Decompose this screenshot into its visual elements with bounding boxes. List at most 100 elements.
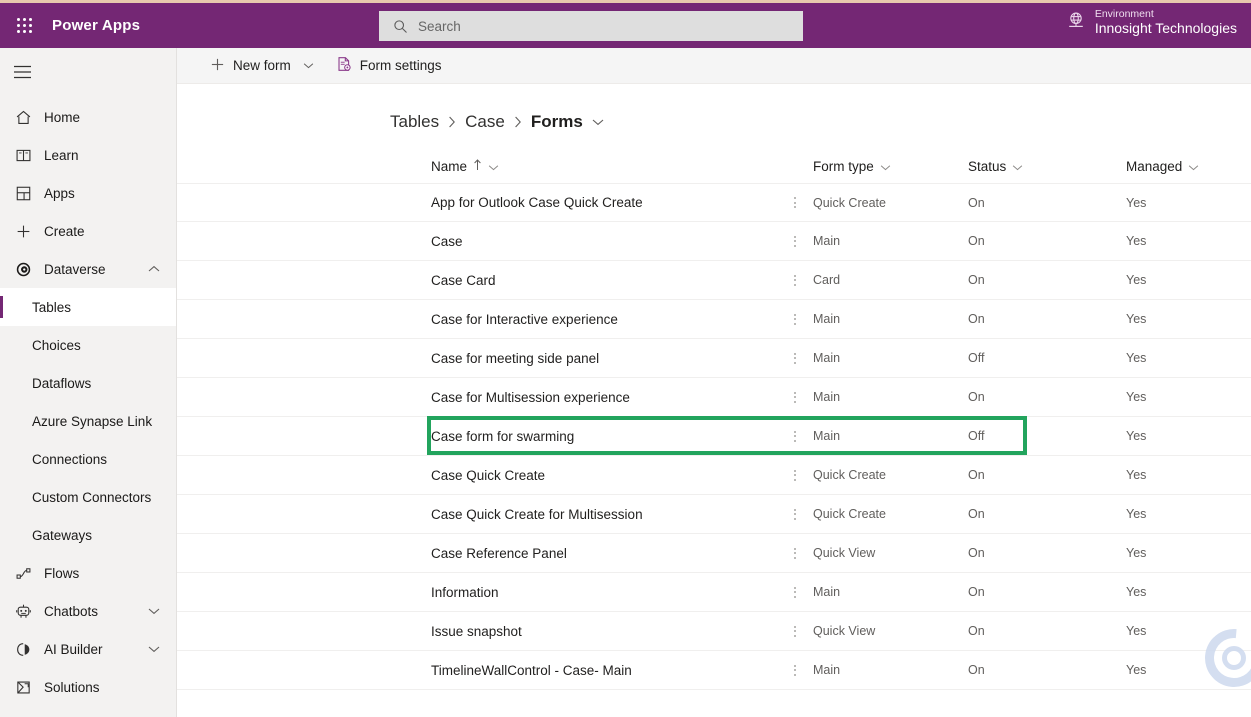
sidebar-item-learn[interactable]: Learn: [0, 136, 176, 174]
more-options-kebab-icon[interactable]: [777, 547, 813, 559]
chevron-down-icon[interactable]: [1188, 159, 1199, 174]
more-options-kebab-icon[interactable]: [777, 274, 813, 286]
column-header-label: Status: [968, 159, 1007, 174]
row-cell-name[interactable]: Case for Multisession experience: [177, 390, 777, 405]
sidebar-item-custom-connectors[interactable]: Custom Connectors: [0, 478, 176, 516]
chevron-right-icon: [448, 116, 456, 128]
form-settings-button[interactable]: Form settings: [327, 51, 451, 81]
more-options-kebab-icon[interactable]: [777, 586, 813, 598]
sidebar-item-label: Learn: [44, 147, 79, 163]
sidebar-item-connections[interactable]: Connections: [0, 440, 176, 478]
table-row[interactable]: App for Outlook Case Quick Create Quick C…: [177, 183, 1251, 222]
sidebar-item-label: AI Builder: [44, 641, 103, 657]
row-cell-name[interactable]: TimelineWallControl - Case- Main: [177, 663, 777, 678]
hamburger-menu-icon[interactable]: [0, 52, 44, 92]
app-shell: Home Learn Apps Create Dataverse Tables …: [0, 48, 1251, 717]
plus-icon: [210, 57, 225, 75]
sidebar-item-label: Dataflows: [32, 375, 92, 391]
table-row[interactable]: Case for meeting side panelMainOffYesYes: [177, 339, 1251, 378]
column-header-status[interactable]: Status: [968, 159, 1126, 174]
table-row[interactable]: CaseMainOnYesYes: [177, 222, 1251, 261]
brand-title[interactable]: Power Apps: [52, 17, 140, 34]
row-cell-name[interactable]: Issue snapshot: [177, 624, 777, 639]
row-cell-status: On: [968, 468, 985, 482]
chevron-down-icon[interactable]: [303, 62, 314, 69]
app-header-bar: Power Apps Environment Innosight Technol…: [0, 3, 1251, 48]
breadcrumb-chevron-down-icon[interactable]: [592, 118, 604, 126]
more-options-kebab-icon[interactable]: [777, 235, 813, 247]
chevron-down-icon[interactable]: [148, 645, 160, 653]
row-cell-name[interactable]: App for Outlook Case Quick Create: [177, 195, 777, 210]
row-cell-name[interactable]: Information: [177, 585, 777, 600]
row-cell-managed: Yes: [1126, 429, 1147, 443]
row-cell-status: On: [968, 273, 985, 287]
table-row[interactable]: Case Quick Create for Multisession Quick …: [177, 495, 1251, 534]
new-form-button[interactable]: New form: [201, 51, 323, 81]
row-cell-managed: Yes: [1126, 546, 1147, 560]
row-cell-name[interactable]: Case Card: [177, 273, 777, 288]
row-cell-name[interactable]: Case for meeting side panel: [177, 351, 777, 366]
sidebar-item-home[interactable]: Home: [0, 98, 176, 136]
row-cell-form-type: Main: [813, 585, 841, 599]
more-options-kebab-icon[interactable]: [777, 625, 813, 637]
chevron-down-icon[interactable]: [148, 607, 160, 615]
environment-name: Innosight Technologies: [1094, 20, 1237, 37]
sidebar-item-create[interactable]: Create: [0, 212, 176, 250]
column-header-name[interactable]: Name: [177, 159, 777, 174]
more-options-kebab-icon[interactable]: [777, 352, 813, 364]
table-row[interactable]: Case for Multisession experience Main On Ye…: [177, 378, 1251, 417]
table-row[interactable]: Case Quick CreateQuick CreateOnYesYes: [177, 456, 1251, 495]
row-cell-managed: Yes: [1126, 585, 1147, 599]
sidebar-item-azure-synapse-link[interactable]: Azure Synapse Link: [0, 402, 176, 440]
more-options-kebab-icon[interactable]: [777, 430, 813, 442]
sidebar-item-choices[interactable]: Choices: [0, 326, 176, 364]
table-row[interactable]: Case Reference PanelQuick ViewOnYesYes: [177, 534, 1251, 573]
sidebar-item-dataflows[interactable]: Dataflows: [0, 364, 176, 402]
sidebar-item-gateways[interactable]: Gateways: [0, 516, 176, 554]
app-launcher-icon[interactable]: [0, 3, 48, 48]
table-row[interactable]: TimelineWallControl - Case- Main Main On Ye…: [177, 651, 1251, 690]
table-row[interactable]: Case CardCardOnYesYes: [177, 261, 1251, 300]
breadcrumb-item-case[interactable]: Case: [465, 112, 505, 132]
row-cell-name[interactable]: Case Quick Create: [177, 468, 777, 483]
sidebar-item-solutions[interactable]: Solutions: [0, 668, 176, 706]
row-cell-name[interactable]: Case form for swarming: [177, 429, 777, 444]
more-options-kebab-icon[interactable]: [777, 197, 813, 208]
search-input[interactable]: [418, 18, 788, 34]
sidebar-item-label: Azure Synapse Link: [32, 413, 153, 429]
row-cell-name[interactable]: Case Quick Create for Multisession: [177, 507, 777, 522]
table-row[interactable]: InformationMainOnYesYes: [177, 573, 1251, 612]
environment-selector[interactable]: Environment Innosight Technologies: [1066, 8, 1237, 37]
search-box[interactable]: [379, 11, 803, 41]
column-header-managed[interactable]: Managed: [1126, 159, 1251, 174]
table-row[interactable]: Case form for swarmingMainOffYesYes: [177, 416, 1251, 456]
table-row[interactable]: Issue snapshotQuick ViewOnYesYes: [177, 612, 1251, 651]
more-options-kebab-icon[interactable]: [777, 469, 813, 481]
breadcrumb-item-tables[interactable]: Tables: [390, 112, 439, 132]
row-cell-status: On: [968, 546, 985, 560]
sidebar-item-chatbots[interactable]: Chatbots: [0, 592, 176, 630]
sidebar-item-tables[interactable]: Tables: [0, 288, 176, 326]
chevron-up-icon[interactable]: [148, 265, 160, 273]
row-cell-name[interactable]: Case for Interactive experience: [177, 312, 777, 327]
environment-label: Environment: [1094, 8, 1154, 20]
sidebar-item-ai-builder[interactable]: AI Builder: [0, 630, 176, 668]
sidebar-item-apps[interactable]: Apps: [0, 174, 176, 212]
column-header-label: Managed: [1126, 159, 1183, 174]
sidebar-item-dataverse[interactable]: Dataverse: [0, 250, 176, 288]
table-row[interactable]: Case for Interactive experience Main On Yes…: [177, 300, 1251, 339]
row-cell-name[interactable]: Case Reference Panel: [177, 546, 777, 561]
row-cell-name[interactable]: Case: [177, 234, 777, 249]
more-options-kebab-icon[interactable]: [777, 508, 813, 520]
more-options-kebab-icon[interactable]: [777, 313, 813, 325]
more-options-kebab-icon[interactable]: [777, 391, 813, 403]
row-cell-managed: Yes: [1126, 312, 1147, 326]
chevron-down-icon[interactable]: [488, 159, 499, 174]
row-cell-form-type: Quick View: [813, 624, 876, 638]
sidebar-item-flows[interactable]: Flows: [0, 554, 176, 592]
chevron-down-icon[interactable]: [1012, 159, 1023, 174]
search-icon: [393, 19, 408, 34]
column-header-form-type[interactable]: Form type: [813, 159, 968, 174]
chevron-down-icon[interactable]: [880, 159, 891, 174]
more-options-kebab-icon[interactable]: [777, 664, 813, 676]
